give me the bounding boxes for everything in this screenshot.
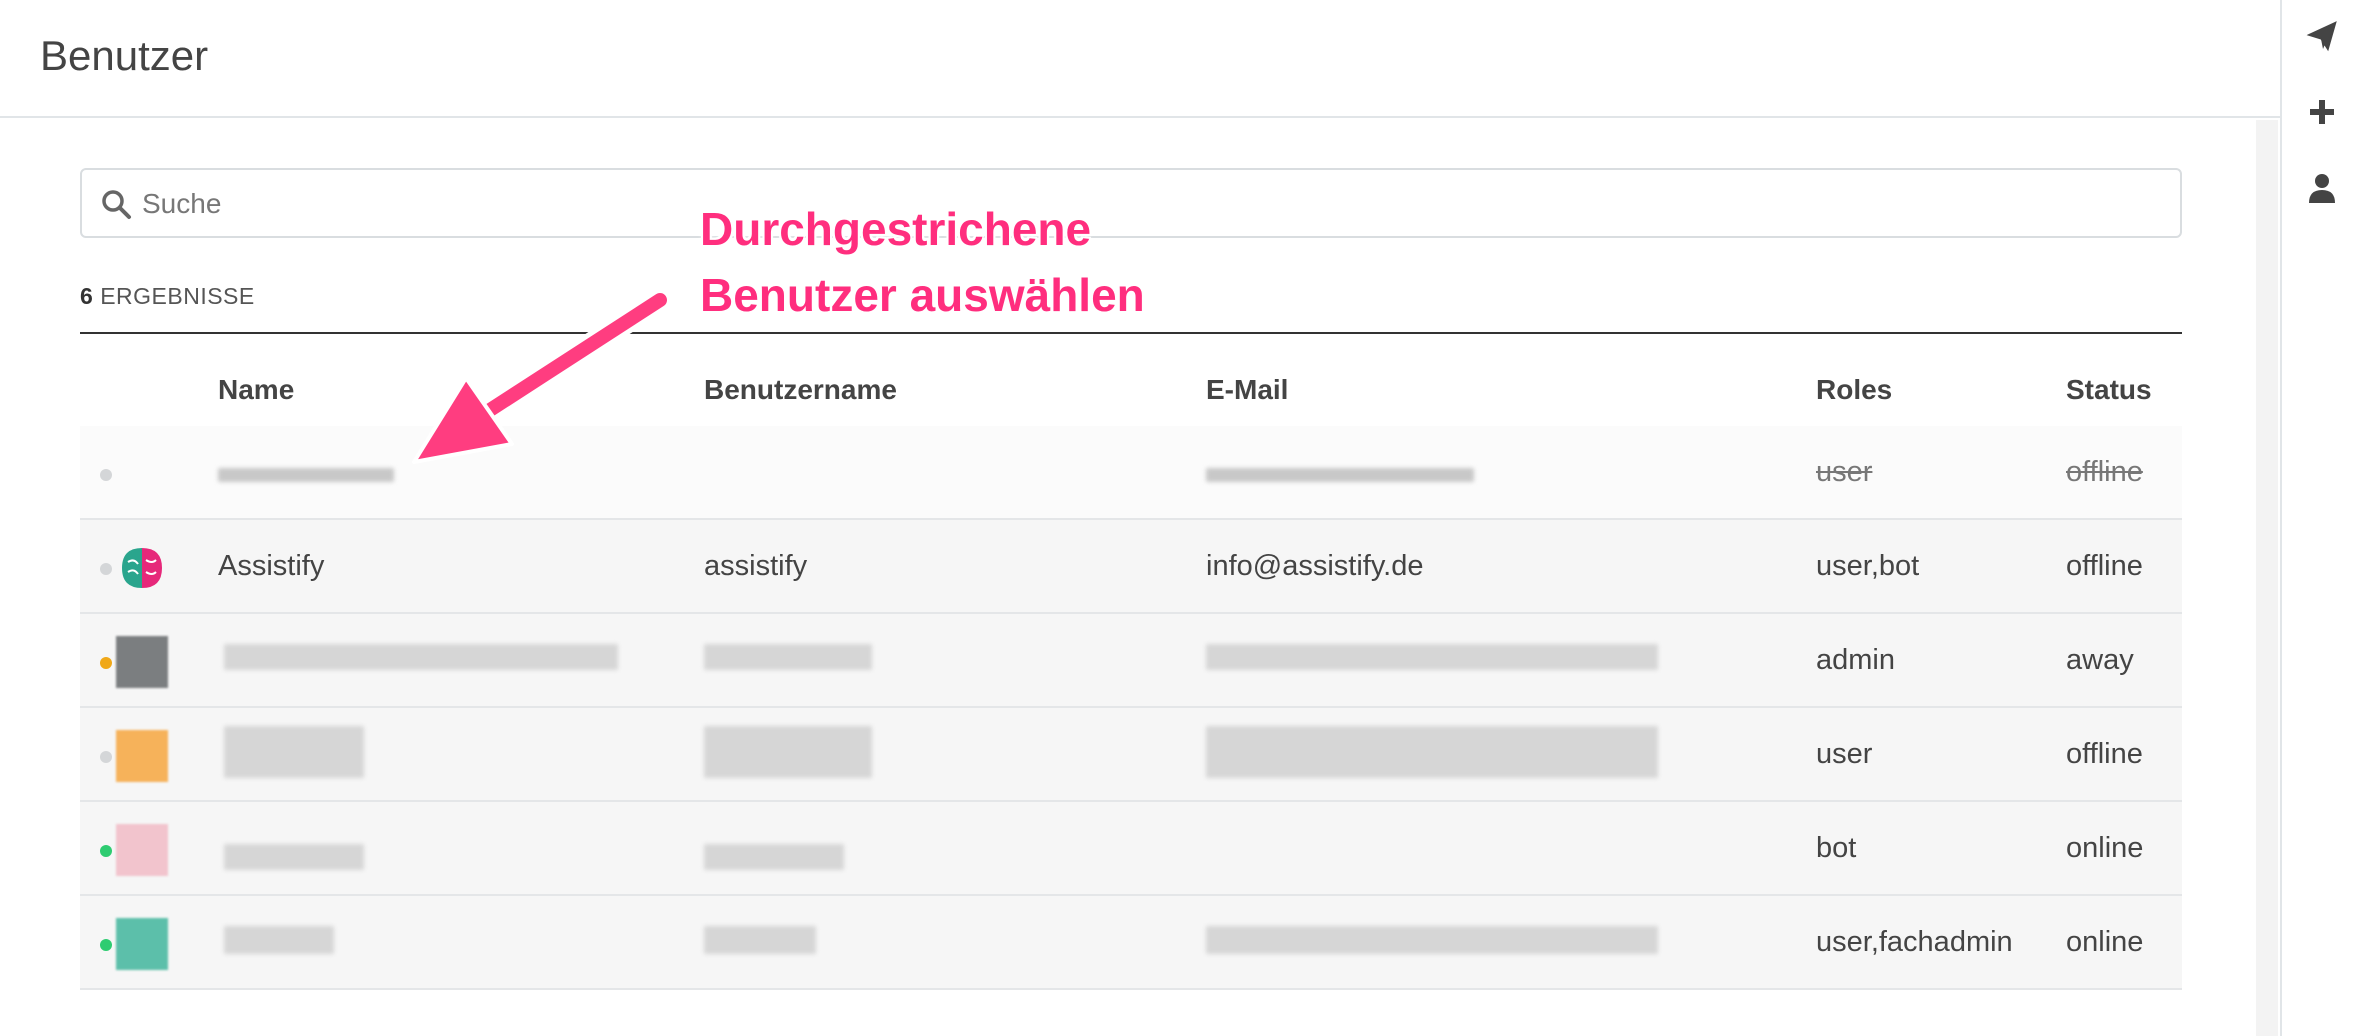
table-row[interactable]: Assistify assistify info@assistify.de us… <box>80 520 2182 614</box>
row-name: Assistify <box>218 550 325 582</box>
column-header-name[interactable]: Name <box>218 374 294 406</box>
redacted-email <box>1206 726 1658 778</box>
row-roles: user,fachadmin <box>1816 926 2013 958</box>
row-username: assistify <box>704 550 808 582</box>
redacted-username <box>704 926 816 954</box>
row-status: online <box>2066 926 2144 958</box>
row-status: online <box>2066 832 2144 864</box>
column-header-email[interactable]: E-Mail <box>1206 374 1288 406</box>
redacted-email <box>1206 926 1658 954</box>
results-count: 6 ERGEBNISSE <box>80 283 255 310</box>
page-title: Benutzer <box>40 32 209 79</box>
results-label: ERGEBNISSE <box>100 283 255 309</box>
annotation-line-1: Durchgestrichene <box>700 203 1092 255</box>
table-row[interactable]: bot online <box>80 802 2182 896</box>
table-row[interactable]: user offline <box>80 708 2182 802</box>
results-divider <box>80 332 2182 334</box>
column-header-roles[interactable]: Roles <box>1816 374 1892 406</box>
redacted-username <box>704 644 872 670</box>
redacted-name <box>224 726 364 778</box>
row-roles: bot <box>1816 832 1857 864</box>
row-email: info@assistify.de <box>1206 550 1424 582</box>
table-row[interactable]: admin away <box>80 614 2182 708</box>
redacted-name <box>224 844 364 870</box>
row-status: offline <box>2066 550 2143 582</box>
search-icon <box>102 190 131 219</box>
row-status: offline <box>2066 456 2143 488</box>
status-dot <box>100 563 112 575</box>
redacted-name <box>224 926 334 954</box>
redacted-email <box>1206 468 1474 482</box>
row-roles: admin <box>1816 644 1895 676</box>
send-icon[interactable] <box>2304 18 2340 54</box>
column-header-username[interactable]: Benutzername <box>704 374 897 406</box>
avatar <box>116 636 168 688</box>
user-icon[interactable] <box>2304 170 2340 206</box>
status-dot <box>100 751 112 763</box>
avatar <box>116 824 168 876</box>
table-row[interactable]: user offline <box>80 426 2182 520</box>
row-roles: user <box>1816 738 1873 770</box>
table-row[interactable]: user,fachadmin online <box>80 896 2182 990</box>
right-toolbar <box>2280 0 2360 1036</box>
status-dot <box>100 469 112 481</box>
annotation-text: Durchgestrichene Benutzer auswählen <box>700 196 1145 328</box>
status-dot <box>100 657 112 669</box>
status-dot <box>100 845 112 857</box>
annotation-line-2: Benutzer auswählen <box>700 269 1145 321</box>
row-status: offline <box>2066 738 2143 770</box>
assistify-avatar <box>116 542 168 594</box>
redacted-email <box>1206 644 1658 670</box>
row-status: away <box>2066 644 2134 676</box>
users-table: Name Benutzername E-Mail Roles Status us… <box>80 360 2182 990</box>
redacted-username <box>704 844 844 870</box>
plus-icon[interactable] <box>2304 94 2340 130</box>
row-roles: user,bot <box>1816 550 1920 582</box>
redacted-username <box>704 726 872 778</box>
avatar <box>116 730 168 782</box>
redacted-name <box>224 644 618 670</box>
avatar <box>116 918 168 970</box>
redacted-name <box>218 468 394 482</box>
row-roles: user <box>1816 456 1873 488</box>
results-number: 6 <box>80 283 94 309</box>
page-header: Benutzer <box>0 0 2280 118</box>
column-header-status[interactable]: Status <box>2066 374 2152 406</box>
status-dot <box>100 939 112 951</box>
scrollbar[interactable] <box>2256 120 2278 1036</box>
table-header: Name Benutzername E-Mail Roles Status <box>80 360 2182 426</box>
